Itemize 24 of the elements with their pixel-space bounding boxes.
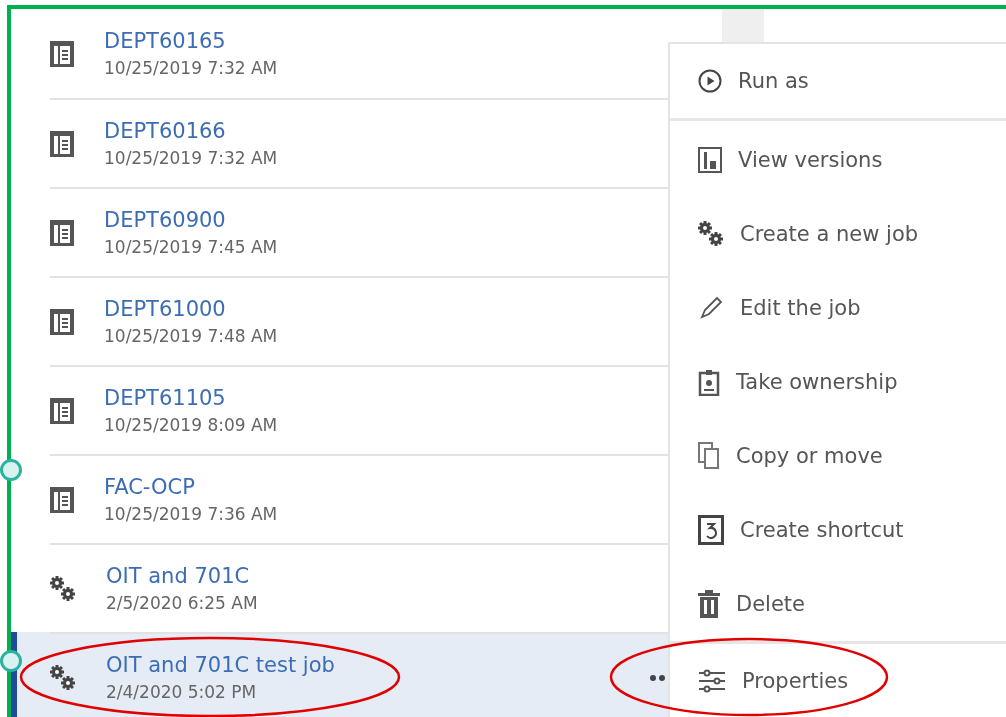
item-link[interactable]: DEPT60165: [104, 29, 278, 53]
item-date: 2/5/2020 6:25 AM: [106, 593, 258, 613]
item-link[interactable]: DEPT61000: [104, 297, 278, 321]
item-link[interactable]: DEPT61105: [104, 386, 278, 410]
menu-item[interactable]: Take ownership: [670, 345, 1006, 419]
menu-item[interactable]: Edit the job: [670, 271, 1006, 345]
item-date: 10/25/2019 7:32 AM: [104, 148, 278, 168]
menu-item[interactable]: Run as: [670, 44, 1006, 118]
item-date: 10/25/2019 7:36 AM: [104, 504, 278, 524]
item-link[interactable]: DEPT60166: [104, 119, 278, 143]
item-date: 2/4/2020 5:02 PM: [106, 682, 258, 702]
menu-item[interactable]: Create shortcut: [670, 493, 1006, 567]
item-date: 10/25/2019 7:32 AM: [104, 58, 278, 78]
menu-item[interactable]: Copy or move: [670, 419, 1006, 493]
item-date: 10/25/2019 7:45 AM: [104, 237, 278, 257]
item-link[interactable]: OIT and 701C test job: [106, 653, 335, 677]
item-link[interactable]: DEPT60900: [104, 208, 278, 232]
menu-item[interactable]: View versions: [670, 123, 1006, 197]
item-date: 10/25/2019 7:48 AM: [104, 326, 278, 346]
menu-item[interactable]: Create a new job: [670, 197, 1006, 271]
item-link[interactable]: FAC-OCP: [104, 475, 278, 499]
item-date: 10/25/2019 8:09 AM: [104, 415, 278, 435]
menu-item[interactable]: Properties: [670, 644, 1006, 717]
item-link[interactable]: OIT and 701C: [106, 564, 258, 588]
